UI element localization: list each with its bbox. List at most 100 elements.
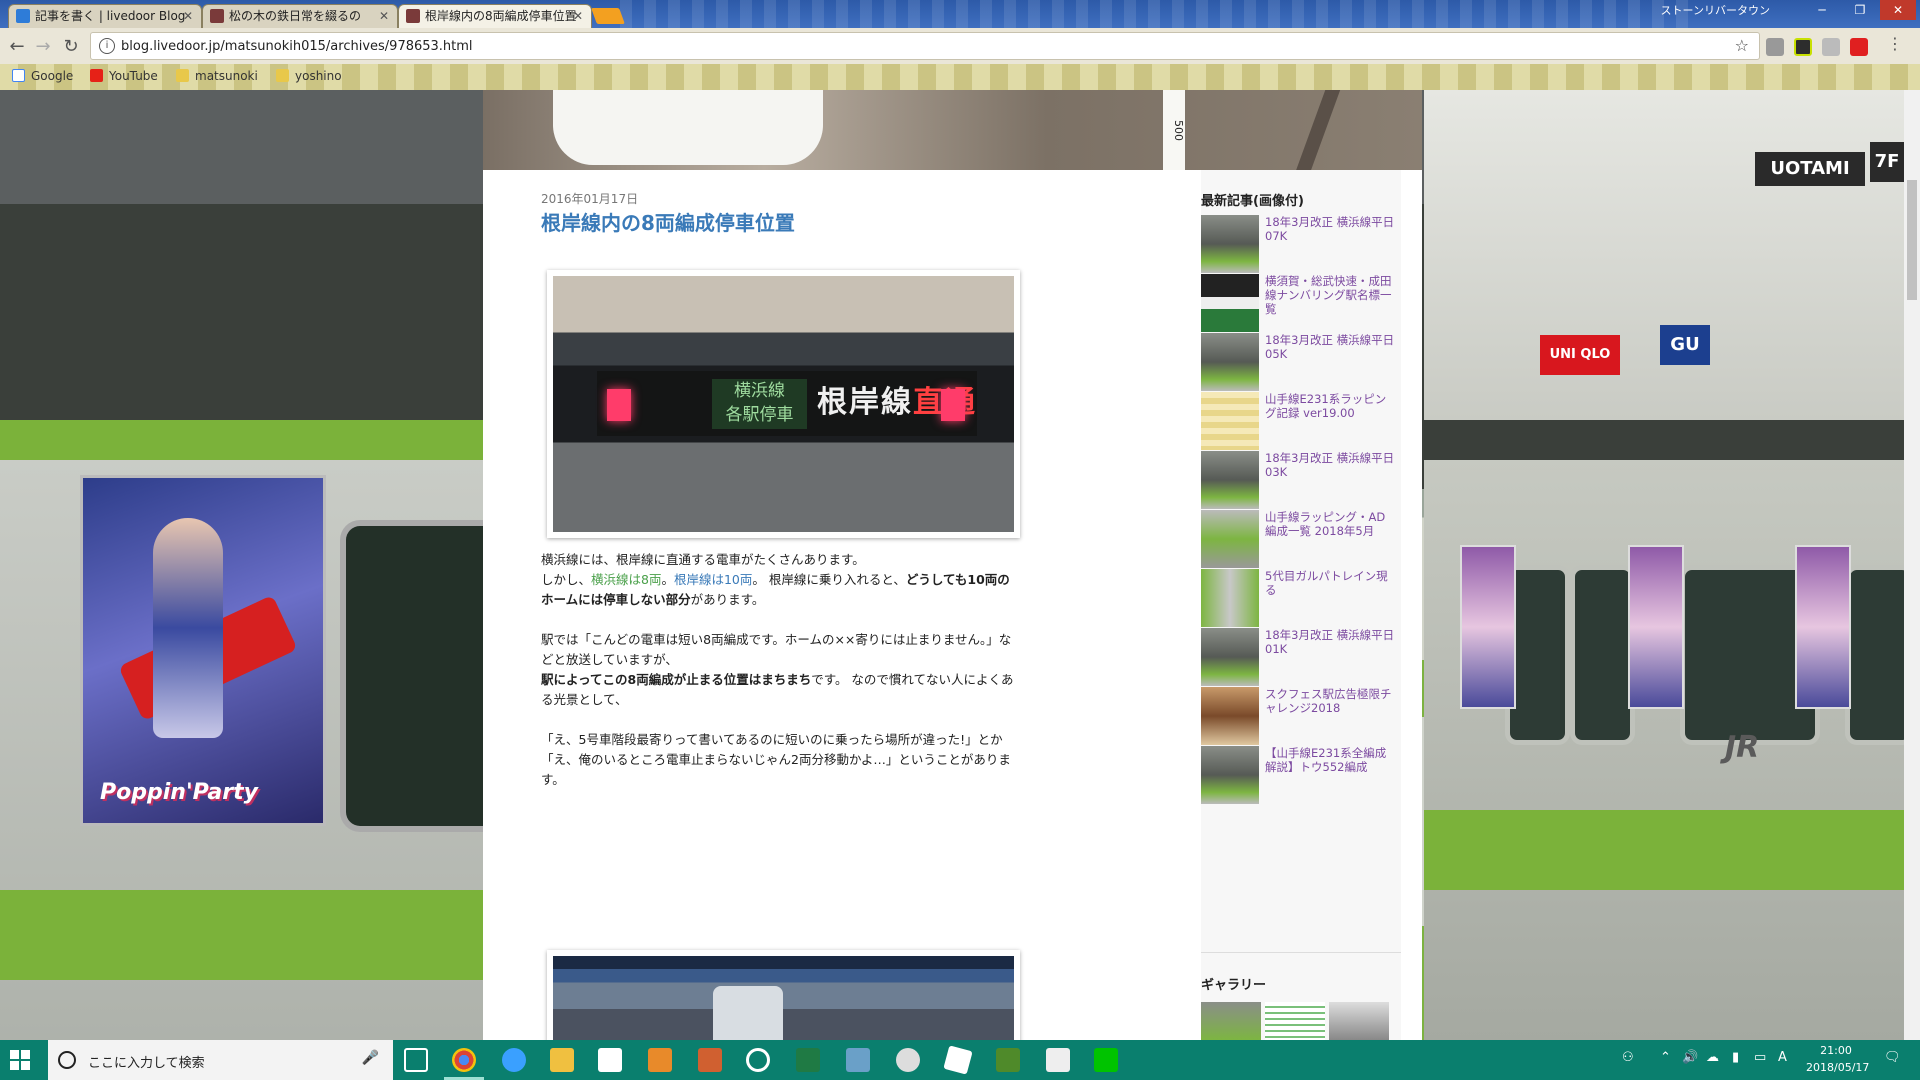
groove-music-icon[interactable] xyxy=(746,1048,770,1072)
snipping-tool-icon[interactable] xyxy=(896,1048,920,1072)
maximize-icon[interactable]: ❐ xyxy=(1842,0,1878,20)
clock-time[interactable]: 21:00 xyxy=(1806,1044,1866,1057)
recent-post-link[interactable]: 山手線ラッピング・AD編成一覧 2018年5月 xyxy=(1265,510,1395,538)
background-poster xyxy=(1628,545,1684,709)
gallery-thumbnail[interactable] xyxy=(1201,1002,1261,1040)
thumbnail[interactable] xyxy=(1201,274,1259,332)
new-tab-button[interactable] xyxy=(591,8,625,24)
page-viewport: Poppin'Party UOTAMI 7F UNI QLO GU JR 500… xyxy=(0,90,1904,1040)
post-photo-platform[interactable] xyxy=(547,950,1020,1040)
people-icon[interactable]: ⚇ xyxy=(1622,1050,1634,1065)
forward-icon[interactable]: → xyxy=(32,36,54,57)
volume-icon[interactable]: 🔊 xyxy=(1682,1050,1698,1065)
recent-post-item[interactable]: 18年3月改正 横浜線平日01K xyxy=(1201,628,1401,688)
recent-post-item[interactable]: 横須賀・総武快速・成田線ナンバリング駅名標一覧 xyxy=(1201,274,1401,334)
extension-icon[interactable] xyxy=(1794,38,1812,56)
calculator-icon[interactable] xyxy=(1046,1048,1070,1072)
gallery-thumbnail[interactable] xyxy=(1329,1002,1389,1040)
recent-post-link[interactable]: 山手線E231系ラッピング記録 ver19.00 xyxy=(1265,392,1395,420)
thumbnail[interactable] xyxy=(1201,392,1259,450)
thumbnail[interactable] xyxy=(1201,510,1259,568)
microphone-icon[interactable]: 🎤 xyxy=(362,1050,379,1066)
paint-icon[interactable] xyxy=(698,1048,722,1072)
back-icon[interactable]: ← xyxy=(6,36,28,57)
page-scrollbar[interactable] xyxy=(1904,90,1920,1040)
recent-post-link[interactable]: 18年3月改正 横浜線平日07K xyxy=(1265,215,1395,243)
paint-3d-icon[interactable] xyxy=(846,1048,870,1072)
bookmark-yoshino[interactable]: yoshino xyxy=(276,69,342,83)
store-icon[interactable] xyxy=(598,1048,622,1072)
blog-content: 2016年01月17日 根岸線内の8両編成停車位置 横浜線 各駅停車 根岸線直通… xyxy=(483,170,1422,1040)
recent-post-item[interactable]: 山手線E231系ラッピング記録 ver19.00 xyxy=(1201,392,1401,452)
close-tab-icon[interactable]: ✕ xyxy=(573,5,583,27)
chrome-icon[interactable] xyxy=(452,1048,476,1072)
recent-post-item[interactable]: 18年3月改正 横浜線平日07K xyxy=(1201,215,1401,275)
recent-post-item[interactable]: 5代目ガルパトレイン現る xyxy=(1201,569,1401,629)
background-train-window xyxy=(340,520,489,832)
paragraph: 横浜線には、根岸線に直通する電車がたくさんあります。 しかし、横浜線は8両。根岸… xyxy=(541,552,1010,607)
clock-date[interactable]: 2018/05/17 xyxy=(1806,1061,1869,1074)
thumbnail[interactable] xyxy=(1201,215,1259,273)
bookmark-youtube[interactable]: YouTube xyxy=(90,69,158,83)
onedrive-icon[interactable]: ☁ xyxy=(1706,1050,1719,1065)
close-tab-icon[interactable]: ✕ xyxy=(379,5,389,27)
reload-icon[interactable]: ↻ xyxy=(60,36,82,57)
thumbnail[interactable] xyxy=(1201,333,1259,391)
scrollbar-thumb[interactable] xyxy=(1907,180,1917,300)
thumbnail[interactable] xyxy=(1201,746,1259,804)
recent-post-link[interactable]: 5代目ガルパトレイン現る xyxy=(1265,569,1395,597)
solitaire-icon[interactable] xyxy=(943,1045,973,1075)
edge-icon[interactable] xyxy=(502,1048,526,1072)
close-tab-icon[interactable]: ✕ xyxy=(183,5,193,27)
extension-icon[interactable] xyxy=(1850,38,1868,56)
tab-livedoor-blog[interactable]: 記事を書く | livedoor Blog ✕ xyxy=(8,4,202,28)
address-bar[interactable]: i blog.livedoor.jp/matsunokih015/archive… xyxy=(90,32,1760,60)
recent-post-link[interactable]: スクフェス駅広告極限チャレンジ2018 xyxy=(1265,687,1395,715)
recent-post-link[interactable]: 【山手線E231系全編成解説】トウ552編成 xyxy=(1265,746,1395,774)
thumbnail[interactable] xyxy=(1201,451,1259,509)
minimize-icon[interactable]: ─ xyxy=(1804,0,1840,20)
thumbnail[interactable] xyxy=(1201,569,1259,627)
ime-icon[interactable]: A xyxy=(1778,1050,1787,1065)
recent-post-item[interactable]: 18年3月改正 横浜線平日05K xyxy=(1201,333,1401,393)
display-icon[interactable]: ▭ xyxy=(1754,1050,1766,1065)
line-icon[interactable] xyxy=(1094,1048,1118,1072)
tab-current-article[interactable]: 根岸線内の8両編成停車位置 ✕ xyxy=(398,4,592,28)
extension-icon[interactable] xyxy=(1822,38,1840,56)
url-text[interactable]: blog.livedoor.jp/matsunokih015/archives/… xyxy=(121,39,473,54)
close-window-icon[interactable]: ✕ xyxy=(1880,0,1916,20)
file-explorer-icon[interactable] xyxy=(550,1048,574,1072)
recent-post-item[interactable]: スクフェス駅広告極限チャレンジ2018 xyxy=(1201,687,1401,747)
recent-post-link[interactable]: 横須賀・総武快速・成田線ナンバリング駅名標一覧 xyxy=(1265,274,1395,316)
thumbnail[interactable] xyxy=(1201,628,1259,686)
site-info-icon[interactable]: i xyxy=(99,38,115,54)
excel-icon[interactable] xyxy=(796,1048,820,1072)
bookmark-star-icon[interactable]: ☆ xyxy=(1735,36,1749,55)
recent-post-link[interactable]: 18年3月改正 横浜線平日05K xyxy=(1265,333,1395,361)
minecraft-icon[interactable] xyxy=(996,1048,1020,1072)
recent-post-item[interactable]: 山手線ラッピング・AD編成一覧 2018年5月 xyxy=(1201,510,1401,570)
show-hidden-icons-icon[interactable]: ⌃ xyxy=(1660,1050,1671,1065)
menu-icon[interactable]: ⋮ xyxy=(1884,34,1906,53)
post-title[interactable]: 根岸線内の8両編成停車位置 xyxy=(541,207,795,236)
folder-icon xyxy=(176,69,189,82)
recent-post-link[interactable]: 18年3月改正 横浜線平日03K xyxy=(1265,451,1395,479)
extension-icon[interactable] xyxy=(1766,38,1784,56)
recent-post-link[interactable]: 18年3月改正 横浜線平日01K xyxy=(1265,628,1395,656)
taskbar-search-box[interactable]: ここに入力して検索 🎤 xyxy=(48,1040,393,1080)
thumbnail[interactable] xyxy=(1201,687,1259,745)
task-view-icon[interactable] xyxy=(404,1048,428,1072)
blog-header-image[interactable]: 500 xyxy=(483,90,1422,170)
notifications-icon[interactable]: 🗨 xyxy=(1884,1050,1901,1065)
background-train-stripe xyxy=(0,420,483,460)
tab-matsunoki-blog[interactable]: 松の木の鉄日常を綴るの ✕ xyxy=(202,4,398,28)
gallery-thumbnail[interactable] xyxy=(1265,1002,1325,1040)
recent-post-item[interactable]: 18年3月改正 横浜線平日03K xyxy=(1201,451,1401,511)
recent-post-item[interactable]: 【山手線E231系全編成解説】トウ552編成 xyxy=(1201,746,1401,806)
network-icon[interactable]: ▮ xyxy=(1732,1050,1739,1065)
bookmark-matsunoki[interactable]: matsunoki xyxy=(176,69,258,83)
bookmark-google[interactable]: Google xyxy=(12,69,73,83)
windows-start-icon[interactable] xyxy=(10,1050,30,1070)
media-player-icon[interactable] xyxy=(648,1048,672,1072)
post-photo-led-sign[interactable]: 横浜線 各駅停車 根岸線直通 xyxy=(547,270,1020,538)
